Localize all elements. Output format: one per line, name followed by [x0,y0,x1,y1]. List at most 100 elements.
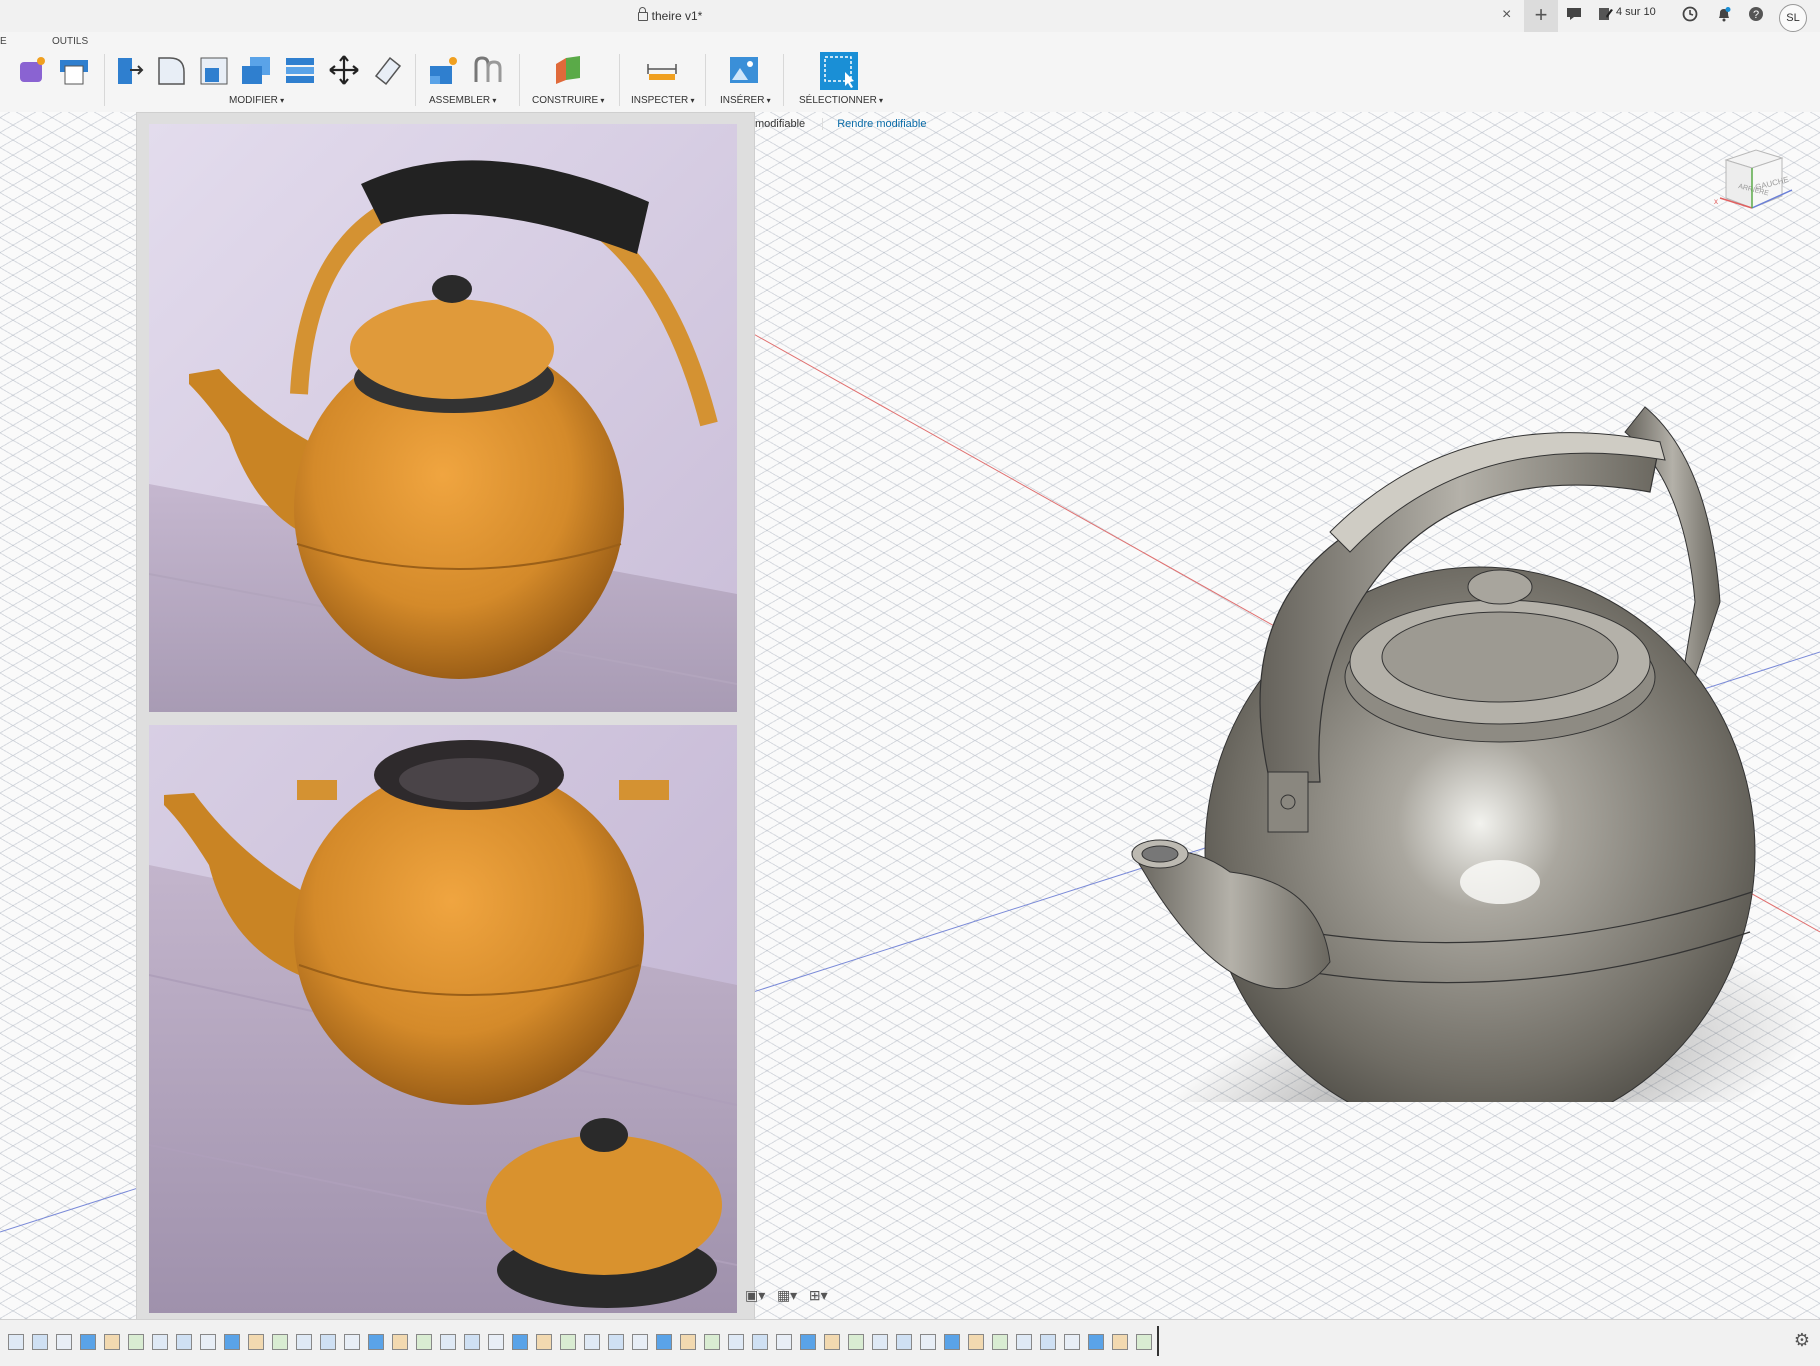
timeline-feature[interactable] [1088,1334,1104,1350]
display-mode-icon[interactable]: ▣▾ [745,1287,765,1303]
timeline-feature[interactable] [8,1334,24,1350]
timeline-feature[interactable] [560,1334,576,1350]
combine-icon[interactable] [240,54,272,86]
measure-icon[interactable] [646,54,678,86]
timeline-feature[interactable] [632,1334,648,1350]
timeline-feature[interactable] [1040,1334,1056,1350]
toolbar-divider [104,54,105,106]
bell-icon[interactable] [1714,6,1734,26]
timeline-feature[interactable] [896,1334,912,1350]
timeline-feature[interactable] [32,1334,48,1350]
timeline-feature[interactable] [848,1334,864,1350]
timeline-feature[interactable] [944,1334,960,1350]
timeline-feature[interactable] [320,1334,336,1350]
timeline-feature[interactable] [872,1334,888,1350]
box-icon[interactable] [58,54,90,86]
timeline-feature[interactable] [104,1334,120,1350]
toolbar-divider [415,54,416,106]
close-tab-button[interactable]: × [1502,6,1511,24]
grid-settings-icon[interactable]: ▦▾ [777,1287,797,1303]
timeline-feature[interactable] [1112,1334,1128,1350]
display-settings-bar: ▣▾ ▦▾ ⊞▾ [745,1287,828,1304]
select-window-icon[interactable] [820,52,858,90]
timeline-feature[interactable] [704,1334,720,1350]
settings-icon[interactable]: ⚙ [1794,1330,1810,1351]
group-modifier[interactable]: MODIFIER [229,95,284,106]
timeline-feature[interactable] [728,1334,744,1350]
timeline-feature[interactable] [416,1334,432,1350]
view-cube[interactable]: ARRIÈRE GAUCHE x [1712,138,1798,224]
timeline-feature[interactable] [1136,1334,1152,1350]
timeline-feature[interactable] [440,1334,456,1350]
timeline-feature[interactable] [680,1334,696,1350]
scale-icon[interactable] [372,54,404,86]
timeline-feature[interactable] [296,1334,312,1350]
teapot-3d-model[interactable] [1120,282,1820,1102]
timeline-feature[interactable] [344,1334,360,1350]
timeline-feature[interactable] [368,1334,384,1350]
toolbar-divider [619,54,620,106]
group-assembler[interactable]: ASSEMBLER [429,95,496,106]
move-icon[interactable] [328,54,360,86]
timeline-feature[interactable] [272,1334,288,1350]
timeline-feature[interactable] [608,1334,624,1350]
timeline-feature[interactable] [392,1334,408,1350]
timeline-feature[interactable] [56,1334,72,1350]
timeline-feature[interactable] [1016,1334,1032,1350]
toolbar-divider [783,54,784,106]
timeline-feature[interactable] [776,1334,792,1350]
timeline-feature[interactable] [536,1334,552,1350]
timeline-feature[interactable] [248,1334,264,1350]
tab-partial[interactable]: E [0,36,7,47]
timeline-feature[interactable] [824,1334,840,1350]
user-avatar[interactable]: SL [1779,4,1807,32]
insert-image-icon[interactable] [728,54,760,86]
timeline-feature[interactable] [176,1334,192,1350]
offset-face-icon[interactable] [284,54,316,86]
viewports-icon[interactable]: ⊞▾ [809,1287,828,1303]
timeline-feature[interactable] [1064,1334,1080,1350]
timeline-feature[interactable] [752,1334,768,1350]
jobs-status[interactable]: 4 sur 10 [1616,6,1656,18]
fillet-icon[interactable] [156,54,188,86]
timeline-feature[interactable] [920,1334,936,1350]
timeline-feature[interactable] [152,1334,168,1350]
timeline-marker[interactable] [1157,1326,1159,1356]
group-inspecter[interactable]: INSPECTER [631,95,694,106]
form-icon[interactable] [16,54,48,86]
tab-outils[interactable]: OUTILS [52,36,88,47]
timeline-feature[interactable] [224,1334,240,1350]
timeline-feature[interactable] [992,1334,1008,1350]
help-icon[interactable]: ? [1746,6,1766,26]
construct-plane-icon[interactable] [552,54,584,86]
make-editable-link[interactable]: Rendre modifiable [822,118,927,130]
timeline-feature[interactable] [968,1334,984,1350]
design-timeline[interactable]: ⚙ [0,1319,1820,1366]
chat-icon[interactable] [1564,6,1584,26]
group-inserer[interactable]: INSÉRER [720,95,771,106]
new-component-icon[interactable] [428,54,460,86]
canvas-viewport[interactable]: is modifiable Rendre modifiable ARRIÈRE … [0,112,1820,1319]
timeline-feature[interactable] [200,1334,216,1350]
timeline-feature[interactable] [800,1334,816,1350]
group-selectionner[interactable]: SÉLECTIONNER [799,95,883,106]
history-icon[interactable] [1680,6,1700,26]
jobs-icon[interactable] [1596,6,1616,26]
timeline-feature[interactable] [128,1334,144,1350]
editability-bar: is modifiable Rendre modifiable [744,118,927,130]
photo-teapot-assembled [149,124,737,712]
press-pull-icon[interactable] [114,54,146,86]
timeline-feature[interactable] [584,1334,600,1350]
group-construire[interactable]: CONSTRUIRE [532,95,604,106]
shell-icon[interactable] [198,54,230,86]
new-tab-button[interactable]: + [1524,0,1558,32]
timeline-feature[interactable] [80,1334,96,1350]
toolbar-divider [519,54,520,106]
timeline-feature[interactable] [464,1334,480,1350]
svg-text:x: x [1714,197,1718,206]
timeline-feature[interactable] [656,1334,672,1350]
svg-text:?: ? [1753,9,1759,21]
timeline-feature[interactable] [512,1334,528,1350]
joint-icon[interactable] [472,54,504,86]
timeline-feature[interactable] [488,1334,504,1350]
